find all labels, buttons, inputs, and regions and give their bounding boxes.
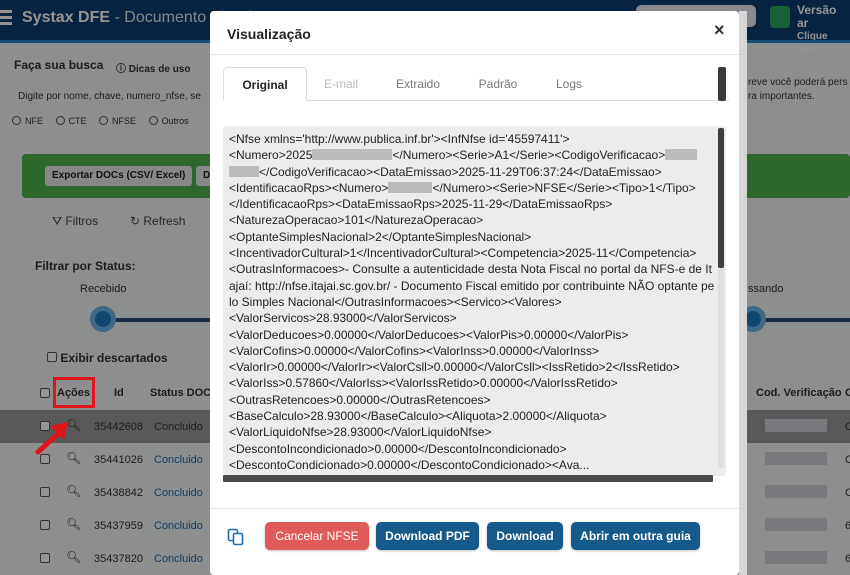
download-pdf-button[interactable]: Download PDF xyxy=(376,522,479,550)
tab-email: E-mail xyxy=(323,77,358,91)
scroll-thumb[interactable] xyxy=(718,128,724,268)
download-button[interactable]: Download xyxy=(487,522,563,550)
annotation-highlight-box xyxy=(53,377,95,408)
divider xyxy=(210,54,739,55)
tab-padrao[interactable]: Padrão xyxy=(463,67,533,101)
tab-bar: Original E-mail Extraido Padrão Logs xyxy=(223,67,729,101)
modal-title: Visualização xyxy=(227,26,311,42)
tab-extraido[interactable]: Extraido xyxy=(383,67,453,101)
redacted-rps-number xyxy=(388,181,433,193)
redacted-code xyxy=(665,149,698,161)
xml-viewer[interactable]: <Nfse xmlns='http://www.publica.inf.br'>… xyxy=(223,126,726,476)
annotation-arrow-icon xyxy=(35,422,68,455)
cancel-nfse-button[interactable]: Cancelar NFSE xyxy=(265,522,369,550)
xml-content: <Nfse xmlns='http://www.publica.inf.br'>… xyxy=(229,132,715,472)
tab-logs[interactable]: Logs xyxy=(543,67,595,101)
tabs-scrollbar[interactable] xyxy=(718,67,726,101)
vertical-scrollbar[interactable] xyxy=(718,128,724,468)
page-scrollbar[interactable] xyxy=(739,11,747,575)
divider xyxy=(210,508,739,509)
tab-original[interactable]: Original xyxy=(223,67,307,101)
redacted-number xyxy=(312,149,393,161)
horizontal-scrollbar[interactable] xyxy=(223,475,713,482)
visualization-modal: Visualização × Original E-mail Extraido … xyxy=(210,11,739,575)
redacted-code-cont xyxy=(229,165,259,177)
open-new-tab-button[interactable]: Abrir em outra guia xyxy=(571,522,700,550)
close-icon[interactable]: × xyxy=(714,20,725,41)
copy-icon[interactable] xyxy=(227,528,245,546)
